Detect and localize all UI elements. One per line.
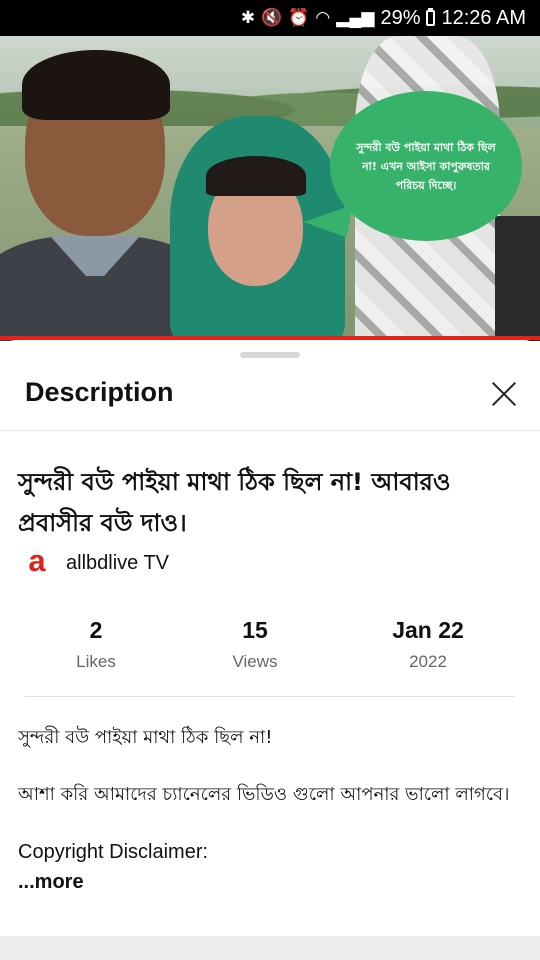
speech-bubble-text: সুন্দরী বউ পাইয়া মাথা ঠিক ছিল না! এখন আ…	[356, 140, 496, 192]
header-divider	[0, 430, 540, 431]
speech-bubble: সুন্দরী বউ পাইয়া মাথা ঠিক ছিল না! এখন আ…	[330, 91, 522, 241]
clock: 12:26 AM	[441, 6, 526, 29]
stats-divider	[25, 696, 515, 697]
upload-date: Jan 22	[392, 617, 464, 643]
channel-avatar[interactable]: a	[22, 543, 52, 578]
sheet-drag-handle[interactable]	[240, 352, 300, 358]
views-count: 15	[242, 617, 268, 643]
show-more-link[interactable]: ...more	[18, 867, 523, 897]
video-title: সুন্দরী বউ পাইয়া মাথা ঠিক ছিল না! আবারও…	[18, 468, 451, 537]
views-stat: 15 Views	[180, 617, 330, 672]
status-icons: ✱ 🔇 ⏰ ◠ ▂▄▆	[241, 8, 375, 28]
sheet-title: Description	[25, 377, 174, 407]
sheet-footer-band	[0, 936, 540, 960]
channel-name[interactable]: allbdlive TV	[66, 552, 169, 575]
close-icon[interactable]	[488, 378, 520, 410]
description-body: সুন্দরী বউ পাইয়া মাথা ঠিক ছিল না! আশা ক…	[18, 723, 523, 897]
wifi-icon: ◠	[315, 8, 331, 27]
thumbnail-background-right	[495, 216, 540, 341]
bluetooth-icon: ✱	[240, 8, 256, 27]
date-stat: Jan 22 2022	[353, 617, 503, 672]
description-line: আশা করি আমাদের চ্যানেলের ভিডিও গুলো আপনা…	[18, 784, 510, 805]
status-bar: ✱ 🔇 ⏰ ◠ ▂▄▆ 29% 12:26 AM	[0, 0, 540, 36]
description-line: সুন্দরী বউ পাইয়া মাথা ঠিক ছিল না!	[18, 727, 273, 748]
likes-stat: 2 Likes	[21, 617, 171, 672]
video-player[interactable]: সুন্দরী বউ পাইয়া মাথা ঠিক ছিল না! এখন আ…	[0, 36, 540, 341]
stats-row: 2 Likes 15 Views Jan 22 2022	[0, 617, 540, 677]
battery-percent: 29%	[380, 6, 421, 29]
mute-icon: 🔇	[261, 8, 283, 27]
views-label: Views	[232, 652, 278, 671]
description-line: Copyright Disclaimer:	[18, 841, 209, 863]
description-sheet: Description সুন্দরী বউ পাইয়া মাথা ঠিক ছ…	[0, 340, 540, 960]
battery-icon	[426, 8, 436, 26]
channel-row[interactable]: a allbdlive TV	[22, 543, 169, 578]
likes-count: 2	[89, 617, 103, 643]
likes-label: Likes	[76, 652, 116, 671]
signal-icon: ▂▄▆	[336, 8, 375, 27]
alarm-icon: ⏰	[288, 8, 310, 27]
upload-year: 2022	[409, 652, 447, 671]
